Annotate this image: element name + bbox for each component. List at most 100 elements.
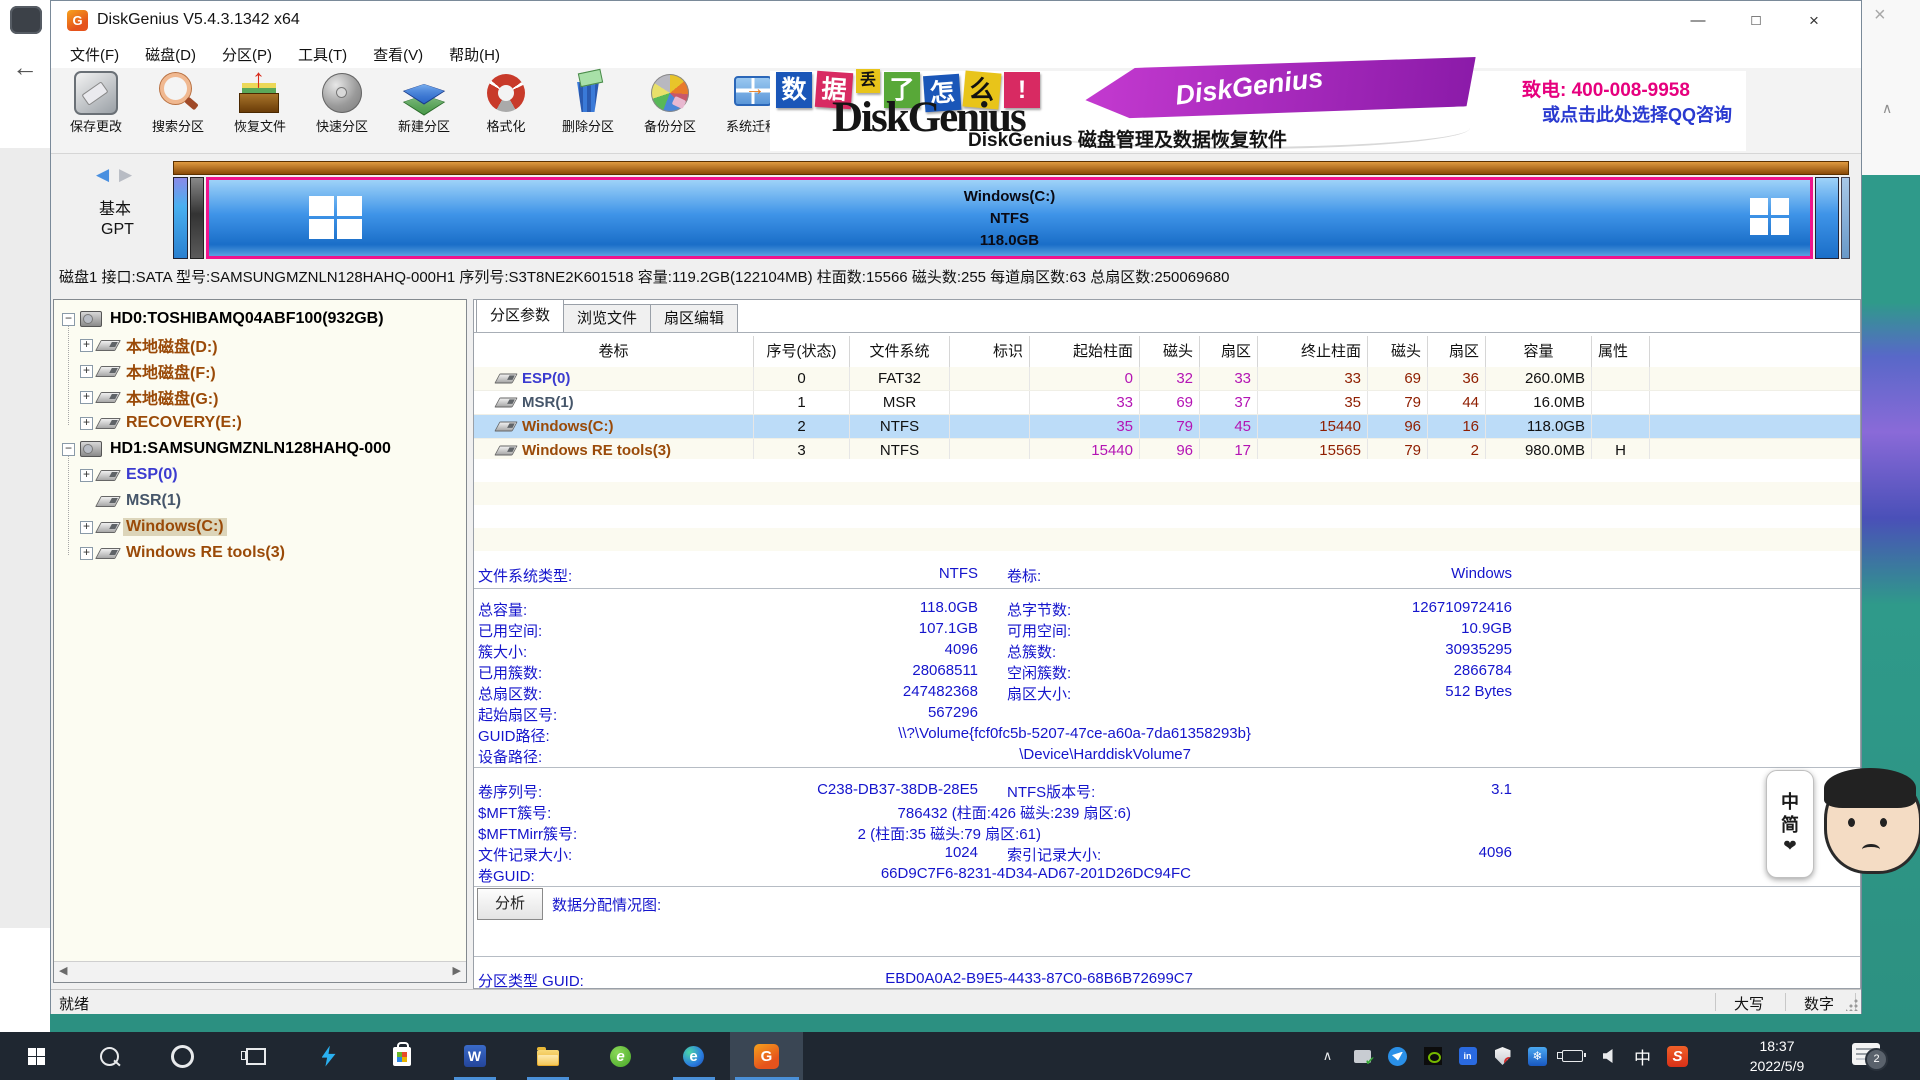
- expander-icon[interactable]: [80, 469, 93, 482]
- heart-icon[interactable]: ❤: [1783, 839, 1796, 855]
- taskbar: W e e G ∧ ✔ in × ❄ 中 S 18:37 2022/5/9 2: [0, 1032, 1920, 1080]
- taskbar-search[interactable]: [73, 1032, 146, 1080]
- column-header[interactable]: 磁头: [1368, 336, 1428, 367]
- scroll-right-icon[interactable]: ▶: [453, 964, 461, 977]
- menu-item[interactable]: 分区(P): [209, 44, 285, 65]
- disk-bar-re-segment[interactable]: [1815, 177, 1839, 259]
- toolbar-button[interactable]: 备份分区: [629, 68, 711, 153]
- resize-grip[interactable]: [1846, 999, 1858, 1011]
- tab[interactable]: 浏览文件: [563, 304, 651, 332]
- minimize-button[interactable]: —: [1669, 1, 1727, 41]
- tree-item[interactable]: RECOVERY(E:): [54, 410, 466, 436]
- table-row[interactable]: Windows(C:) 2 NTFS 35 79 45 15440 96 16 …: [474, 415, 1860, 439]
- toolbar-button[interactable]: 格式化: [465, 68, 547, 153]
- tree-item[interactable]: MSR(1): [54, 488, 466, 514]
- start-button[interactable]: [0, 1032, 73, 1080]
- tree-item[interactable]: 本地磁盘(D:): [54, 332, 466, 358]
- taskbar-diskgenius[interactable]: G: [730, 1032, 803, 1080]
- tab[interactable]: 扇区编辑: [650, 304, 738, 332]
- tree-item[interactable]: Windows(C:): [54, 514, 466, 540]
- messenger-icon[interactable]: [1380, 1032, 1415, 1080]
- taskbar-flash[interactable]: [292, 1032, 365, 1080]
- action-center-icon[interactable]: 2: [1852, 1043, 1880, 1065]
- taskbar-clock[interactable]: 18:37 2022/5/9: [1734, 1036, 1820, 1076]
- menu-item[interactable]: 帮助(H): [436, 44, 513, 65]
- nvidia-icon[interactable]: [1415, 1032, 1450, 1080]
- snowflake-icon[interactable]: ❄: [1520, 1032, 1555, 1080]
- browser-tab-icon[interactable]: [10, 6, 42, 34]
- back-arrow-icon[interactable]: ←: [12, 52, 38, 83]
- column-header[interactable]: 文件系统: [850, 336, 950, 367]
- printer-icon[interactable]: ✔: [1345, 1032, 1380, 1080]
- ime-mode-label[interactable]: 中: [1781, 793, 1799, 811]
- menu-item[interactable]: 查看(V): [360, 44, 436, 65]
- tree-item[interactable]: HD0:TOSHIBAMQ04ABF100(932GB): [54, 306, 466, 332]
- disk-bar-msr-segment[interactable]: [190, 177, 204, 259]
- toolbar-button[interactable]: 搜索分区: [137, 68, 219, 153]
- maximize-button[interactable]: □: [1727, 1, 1785, 41]
- scroll-left-icon[interactable]: ◀: [59, 964, 67, 977]
- table-row[interactable]: MSR(1) 1 MSR 33 69 37 35 79 44 16.0MB: [474, 391, 1860, 415]
- toolbar-button[interactable]: 删除分区: [547, 68, 629, 153]
- tree-item[interactable]: ESP(0): [54, 462, 466, 488]
- taskbar-word[interactable]: W: [438, 1032, 511, 1080]
- column-header[interactable]: 扇区: [1200, 336, 1258, 367]
- column-header[interactable]: 序号(状态): [754, 336, 850, 367]
- tab[interactable]: 分区参数: [476, 299, 564, 332]
- sogou-icon[interactable]: S: [1660, 1032, 1695, 1080]
- column-header[interactable]: 终止柱面: [1258, 336, 1368, 367]
- column-header[interactable]: 容量: [1486, 336, 1592, 367]
- expander-icon[interactable]: [62, 313, 75, 326]
- tree-item[interactable]: 本地磁盘(G:): [54, 384, 466, 410]
- column-header[interactable]: 卷标: [474, 336, 754, 367]
- tree-item[interactable]: 本地磁盘(F:): [54, 358, 466, 384]
- toolbar-button[interactable]: 新建分区: [383, 68, 465, 153]
- background-close-icon[interactable]: ×: [1874, 4, 1886, 27]
- battery-icon[interactable]: [1555, 1032, 1590, 1080]
- expander-icon[interactable]: [62, 443, 75, 456]
- table-row[interactable]: ESP(0) 0 FAT32 0 32 33 33 69 36 260.0MB: [474, 367, 1860, 391]
- toolbar-button[interactable]: 恢复文件: [219, 68, 301, 153]
- expander-icon[interactable]: [80, 417, 93, 430]
- menu-item[interactable]: 工具(T): [285, 44, 360, 65]
- toolbar-button[interactable]: 快速分区: [301, 68, 383, 153]
- expander-icon[interactable]: [80, 521, 93, 534]
- disk-bar-windows-segment[interactable]: Windows(C:) NTFS 118.0GB: [206, 177, 1813, 259]
- scroll-up-icon[interactable]: ∧: [1882, 100, 1892, 117]
- close-button[interactable]: ×: [1785, 1, 1843, 41]
- taskbar-file-explorer[interactable]: [511, 1032, 584, 1080]
- taskbar-edge[interactable]: e: [657, 1032, 730, 1080]
- expander-icon[interactable]: [80, 391, 93, 404]
- tree-horizontal-scrollbar[interactable]: ◀ ▶: [54, 961, 466, 982]
- toolbar-button[interactable]: 保存更改: [55, 68, 137, 153]
- tray-expand[interactable]: ∧: [1310, 1032, 1345, 1080]
- prev-disk-arrow-icon[interactable]: ◀: [96, 165, 109, 185]
- disk-bar-esp-segment[interactable]: [173, 177, 188, 259]
- next-disk-arrow-icon[interactable]: ▶: [119, 165, 132, 185]
- column-header[interactable]: 标识: [950, 336, 1030, 367]
- promo-banner[interactable]: 数据丢了怎么! DiskGenius DiskGenius 磁盘管理及数据恢复软…: [770, 71, 1746, 151]
- taskbar-store[interactable]: [365, 1032, 438, 1080]
- analyze-button[interactable]: 分析: [477, 888, 543, 920]
- column-header[interactable]: 扇区: [1428, 336, 1486, 367]
- menu-item[interactable]: 磁盘(D): [132, 44, 209, 65]
- ime-indicator[interactable]: 中: [1625, 1032, 1660, 1080]
- column-header[interactable]: 磁头: [1140, 336, 1200, 367]
- task-view-button[interactable]: [219, 1032, 292, 1080]
- expander-icon[interactable]: [80, 365, 93, 378]
- ime-toolbar[interactable]: 中 简 ❤: [1766, 770, 1814, 878]
- intel-icon[interactable]: in: [1450, 1032, 1485, 1080]
- menu-item[interactable]: 文件(F): [57, 44, 132, 65]
- expander-icon[interactable]: [80, 339, 93, 352]
- ime-simplified-label[interactable]: 简: [1781, 816, 1799, 834]
- taskbar-ie-browser[interactable]: e: [584, 1032, 657, 1080]
- tree-item[interactable]: HD1:SAMSUNGMZNLN128HAHQ-000: [54, 436, 466, 462]
- taskbar-cortana[interactable]: [146, 1032, 219, 1080]
- column-header[interactable]: 起始柱面: [1030, 336, 1140, 367]
- volume-icon[interactable]: [1590, 1032, 1625, 1080]
- banner-qq-link[interactable]: 或点击此处选择QQ咨询: [1542, 101, 1732, 127]
- expander-icon[interactable]: [80, 547, 93, 560]
- security-shield-icon[interactable]: ×: [1485, 1032, 1520, 1080]
- column-header[interactable]: 属性: [1592, 336, 1650, 367]
- tree-item[interactable]: Windows RE tools(3): [54, 540, 466, 566]
